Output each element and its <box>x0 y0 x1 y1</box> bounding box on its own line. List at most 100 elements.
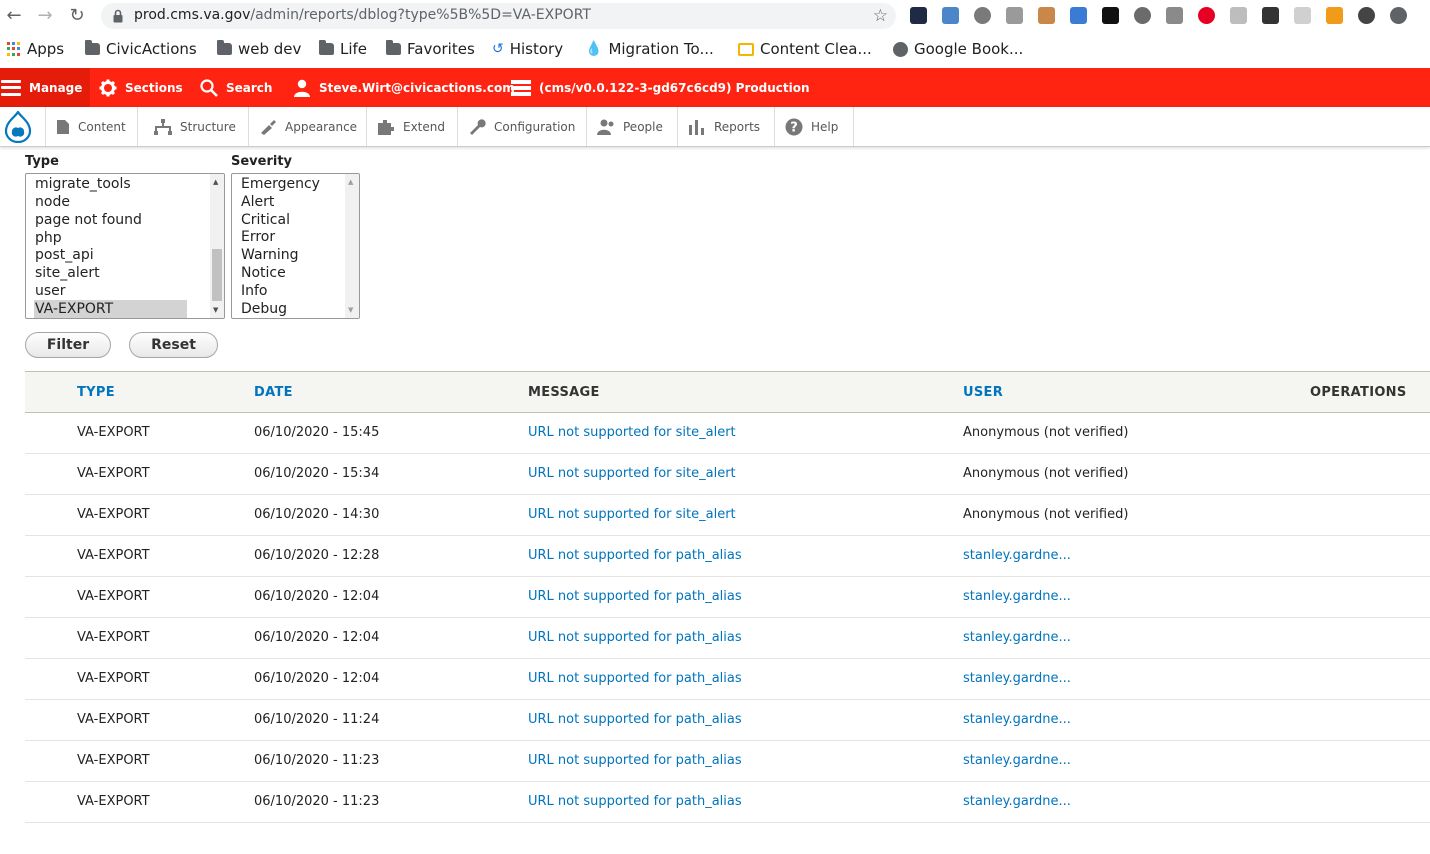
extension-icon[interactable] <box>1006 7 1023 24</box>
extension-icon[interactable] <box>1294 7 1311 24</box>
severity-option[interactable]: Alert <box>241 193 274 211</box>
column-header-date[interactable]: DATE <box>254 385 293 400</box>
cell-user-link[interactable]: stanley.gardne... <box>963 548 1071 563</box>
apps-grid-icon <box>7 42 21 56</box>
back-icon[interactable]: ← <box>3 5 25 27</box>
severity-option[interactable]: Debug <box>241 300 287 318</box>
filter-button[interactable]: Filter <box>25 332 111 358</box>
bookmark-life[interactable]: Life <box>319 39 367 59</box>
type-option[interactable]: post_api <box>35 246 94 264</box>
camera-icon[interactable] <box>1166 7 1183 24</box>
cell-message-link[interactable]: URL not supported for site_alert <box>528 425 736 440</box>
bookmark-web-dev[interactable]: web dev <box>217 39 301 59</box>
scroll-up-arrow-icon[interactable]: ▲ <box>348 178 353 186</box>
severity-option[interactable]: Critical <box>241 211 290 229</box>
cell-user-link[interactable]: stanley.gardne... <box>963 794 1071 809</box>
pinterest-icon[interactable] <box>1198 7 1215 24</box>
cell-message-link[interactable]: URL not supported for path_alias <box>528 753 742 768</box>
type-filter-select[interactable]: migrate_tools node page not found php po… <box>25 173 225 319</box>
bookmark-google-books[interactable]: Google Book... <box>893 39 1023 59</box>
table-row: VA-EXPORT 06/10/2020 - 14:30 URL not suppo… <box>25 495 1430 536</box>
tray-configuration[interactable]: Configuration <box>458 107 587 146</box>
extension-icon[interactable] <box>1070 7 1087 24</box>
hamburger-icon <box>1 79 21 96</box>
severity-filter-scrollbar[interactable]: ▲ ▼ <box>345 174 359 318</box>
scroll-down-arrow-icon[interactable]: ▼ <box>213 306 218 314</box>
extension-icon[interactable] <box>1358 7 1375 24</box>
bookmark-star-icon[interactable]: ☆ <box>873 6 888 26</box>
toolbar-manage-label: Manage <box>29 80 83 95</box>
tray-help[interactable]: ? Help <box>775 107 854 146</box>
severity-option[interactable]: Error <box>241 228 275 246</box>
severity-option[interactable]: Info <box>241 282 268 300</box>
extension-icon[interactable] <box>910 7 927 24</box>
type-option[interactable]: node <box>35 193 70 211</box>
scroll-down-arrow-icon[interactable]: ▼ <box>348 306 353 314</box>
toolbar-user[interactable]: Steve.Wirt@civicactions.com <box>293 68 515 107</box>
tray-appearance[interactable]: Appearance <box>249 107 367 146</box>
bookmark-history[interactable]: ↺ History <box>492 39 563 59</box>
tray-extend[interactable]: Extend <box>367 107 458 146</box>
type-option[interactable]: php <box>35 229 62 247</box>
forward-icon[interactable]: → <box>34 5 56 27</box>
svg-text:?: ? <box>790 120 798 135</box>
tray-people[interactable]: People <box>587 107 678 146</box>
cell-user-link[interactable]: stanley.gardne... <box>963 671 1071 686</box>
extension-icon[interactable] <box>974 7 991 24</box>
cell-message-link[interactable]: URL not supported for path_alias <box>528 548 742 563</box>
gear-icon[interactable] <box>1390 7 1407 24</box>
extension-icon[interactable] <box>1102 7 1119 24</box>
cell-message-link[interactable]: URL not supported for site_alert <box>528 466 736 481</box>
column-header-type[interactable]: TYPE <box>77 385 115 400</box>
extension-icon[interactable] <box>1262 7 1279 24</box>
bookmark-apps[interactable]: Apps <box>7 39 64 59</box>
cell-user-link[interactable]: stanley.gardne... <box>963 589 1071 604</box>
cell-message-link[interactable]: URL not supported for path_alias <box>528 630 742 645</box>
cell-message-link[interactable]: URL not supported for path_alias <box>528 671 742 686</box>
severity-filter-select[interactable]: Emergency Alert Critical Error Warning N… <box>231 173 360 319</box>
tag-icon[interactable] <box>1326 7 1343 24</box>
cell-user-link[interactable]: stanley.gardne... <box>963 753 1071 768</box>
info-icon[interactable] <box>1230 7 1247 24</box>
toolbar-environment[interactable]: (cms/v0.0.122-3-gd67c6cd9) Production <box>511 68 810 107</box>
scrollbar-thumb[interactable] <box>212 249 222 301</box>
address-bar[interactable]: prod.cms.va.gov/admin/reports/dblog?type… <box>101 3 896 29</box>
bookmark-content-clean[interactable]: Content Clea... <box>738 39 872 59</box>
tray-content[interactable]: Content <box>46 107 138 146</box>
toolbar-sections[interactable]: Sections <box>99 68 183 107</box>
drupal-logo[interactable] <box>0 107 46 146</box>
folder-icon <box>386 40 401 55</box>
extension-icon[interactable] <box>1134 7 1151 24</box>
type-option[interactable]: migrate_tools <box>35 175 131 193</box>
severity-option[interactable]: Emergency <box>241 175 320 193</box>
type-option[interactable]: site_alert <box>35 264 100 282</box>
cell-user-link[interactable]: stanley.gardne... <box>963 630 1071 645</box>
bookmark-favorites[interactable]: Favorites <box>386 39 475 59</box>
toolbar-manage[interactable]: Manage <box>0 68 90 107</box>
type-option[interactable]: page not found <box>35 211 142 229</box>
extension-icon[interactable] <box>1038 7 1055 24</box>
severity-option[interactable]: Notice <box>241 264 286 282</box>
cell-message-link[interactable]: URL not supported for path_alias <box>528 794 742 809</box>
slides-icon <box>738 42 754 56</box>
column-header-user[interactable]: USER <box>963 385 1003 400</box>
cell-user-link[interactable]: stanley.gardne... <box>963 712 1071 727</box>
type-option-selected[interactable]: VA-EXPORT <box>34 300 187 318</box>
tray-reports[interactable]: Reports <box>678 107 775 146</box>
reload-icon[interactable]: ↻ <box>66 5 88 27</box>
cell-message-link[interactable]: URL not supported for path_alias <box>528 712 742 727</box>
type-filter-scrollbar[interactable]: ▲ ▼ <box>210 174 224 318</box>
cell-type: VA-EXPORT <box>77 466 150 481</box>
reset-button[interactable]: Reset <box>129 332 218 358</box>
scroll-up-arrow-icon[interactable]: ▲ <box>213 178 218 186</box>
bookmark-civicactions[interactable]: CivicActions <box>85 39 197 59</box>
toolbar-search[interactable]: Search <box>200 68 272 107</box>
severity-option[interactable]: Warning <box>241 246 299 264</box>
tray-structure[interactable]: Structure <box>144 107 249 146</box>
cell-message-link[interactable]: URL not supported for site_alert <box>528 507 736 522</box>
cell-message-link[interactable]: URL not supported for path_alias <box>528 589 742 604</box>
extension-icon[interactable] <box>942 7 959 24</box>
type-option[interactable]: user <box>35 282 66 300</box>
bookmark-label: Migration To... <box>608 40 714 58</box>
bookmark-migration[interactable]: 💧 Migration To... <box>585 39 714 59</box>
